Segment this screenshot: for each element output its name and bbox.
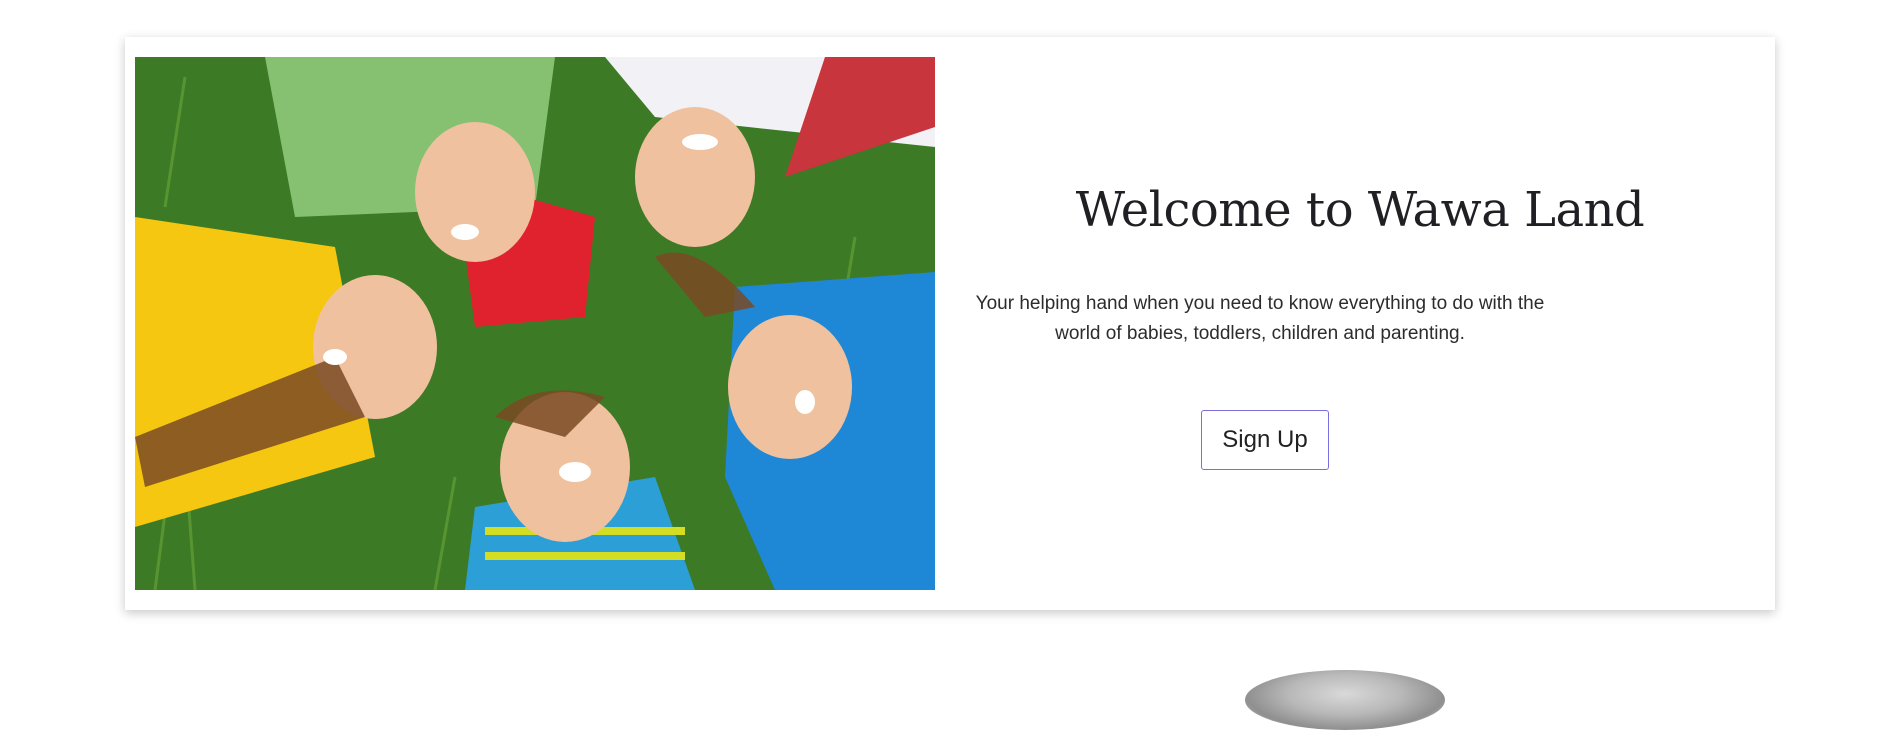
hero-photo xyxy=(135,57,935,590)
sign-up-button[interactable]: Sign Up xyxy=(1201,410,1329,470)
hero-title: Welcome to Wawa Land xyxy=(1075,182,1645,238)
next-section-image xyxy=(1245,670,1445,730)
hero-card: Welcome to Wawa Land Your helping hand w… xyxy=(125,37,1775,610)
hero-content: Welcome to Wawa Land Your helping hand w… xyxy=(945,37,1775,610)
kids-circle-photo-icon xyxy=(135,57,935,590)
hero-subtitle: Your helping hand when you need to know … xyxy=(975,293,1545,344)
